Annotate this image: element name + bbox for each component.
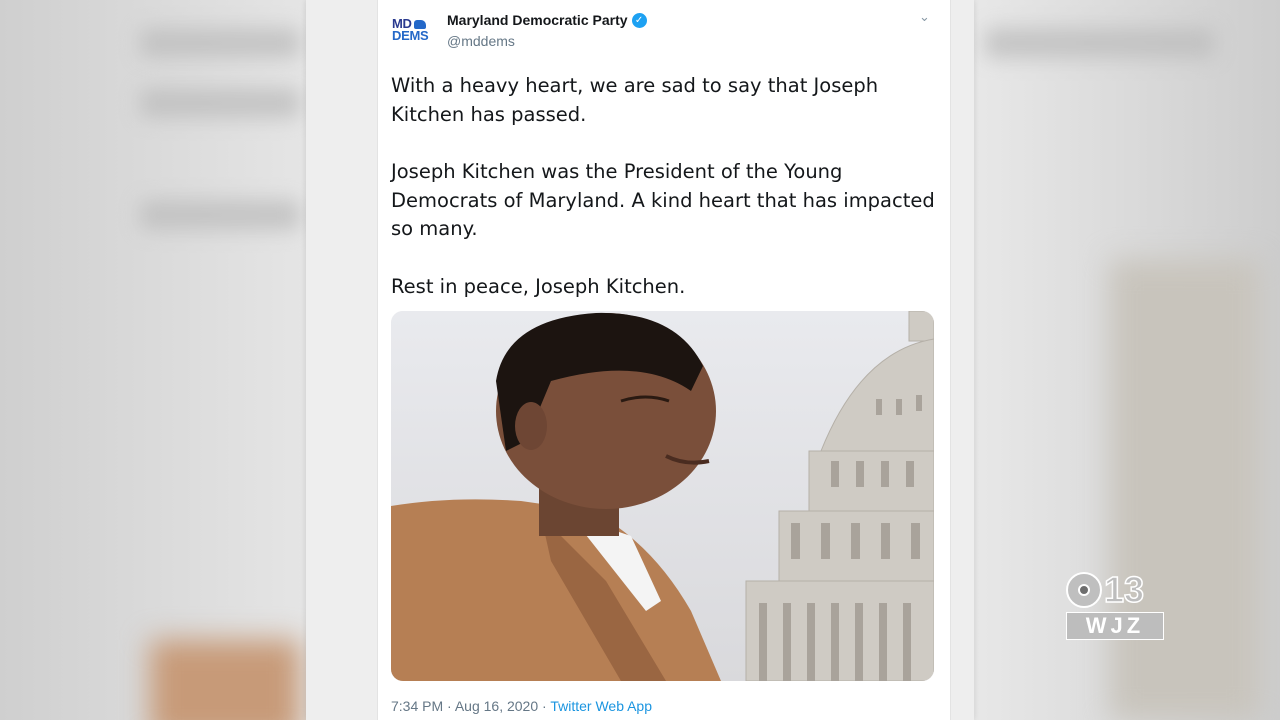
cbs-eye-icon bbox=[1066, 572, 1102, 608]
cbs13-wjz-logo: 13 WJZ bbox=[1066, 569, 1164, 640]
tweet-date[interactable]: Aug 16, 2020 bbox=[455, 698, 538, 714]
mddems-avatar[interactable]: MD DEMS bbox=[392, 13, 436, 47]
station-callsign: WJZ bbox=[1066, 612, 1164, 640]
verified-check-icon: ✓ bbox=[631, 12, 647, 28]
tweet-paragraph: With a heavy heart, we are sad to say th… bbox=[391, 74, 879, 126]
blurred-text bbox=[140, 200, 300, 230]
tweet-photo[interactable] bbox=[391, 311, 934, 681]
account-name-row[interactable]: Maryland Democratic Party ✓ bbox=[447, 12, 647, 28]
tweet-paragraph: Joseph Kitchen was the President of the … bbox=[391, 160, 935, 240]
blurred-jacket bbox=[150, 640, 300, 720]
account-handle[interactable]: @mddems bbox=[447, 33, 515, 49]
tweet-meta: 7:34 PM · Aug 16, 2020 · Twitter Web App bbox=[391, 698, 652, 714]
blurred-text bbox=[985, 28, 1215, 58]
meta-separator: · bbox=[542, 698, 547, 714]
blurred-text bbox=[140, 88, 300, 118]
tweet-text: With a heavy heart, we are sad to say th… bbox=[391, 72, 936, 330]
account-name[interactable]: Maryland Democratic Party bbox=[447, 12, 628, 28]
meta-separator: · bbox=[447, 698, 452, 714]
blurred-text bbox=[140, 28, 300, 58]
tweet-time[interactable]: 7:34 PM bbox=[391, 698, 443, 714]
avatar-text-dems: DEMS bbox=[392, 28, 429, 43]
channel-number: 13 bbox=[1103, 569, 1145, 610]
photo-illustration bbox=[391, 311, 934, 681]
blurred-dome bbox=[1110, 260, 1260, 720]
tweet-paragraph: Rest in peace, Joseph Kitchen. bbox=[391, 274, 686, 298]
tweet-source-link[interactable]: Twitter Web App bbox=[550, 698, 652, 714]
chevron-down-icon[interactable]: ⌄ bbox=[919, 9, 930, 25]
